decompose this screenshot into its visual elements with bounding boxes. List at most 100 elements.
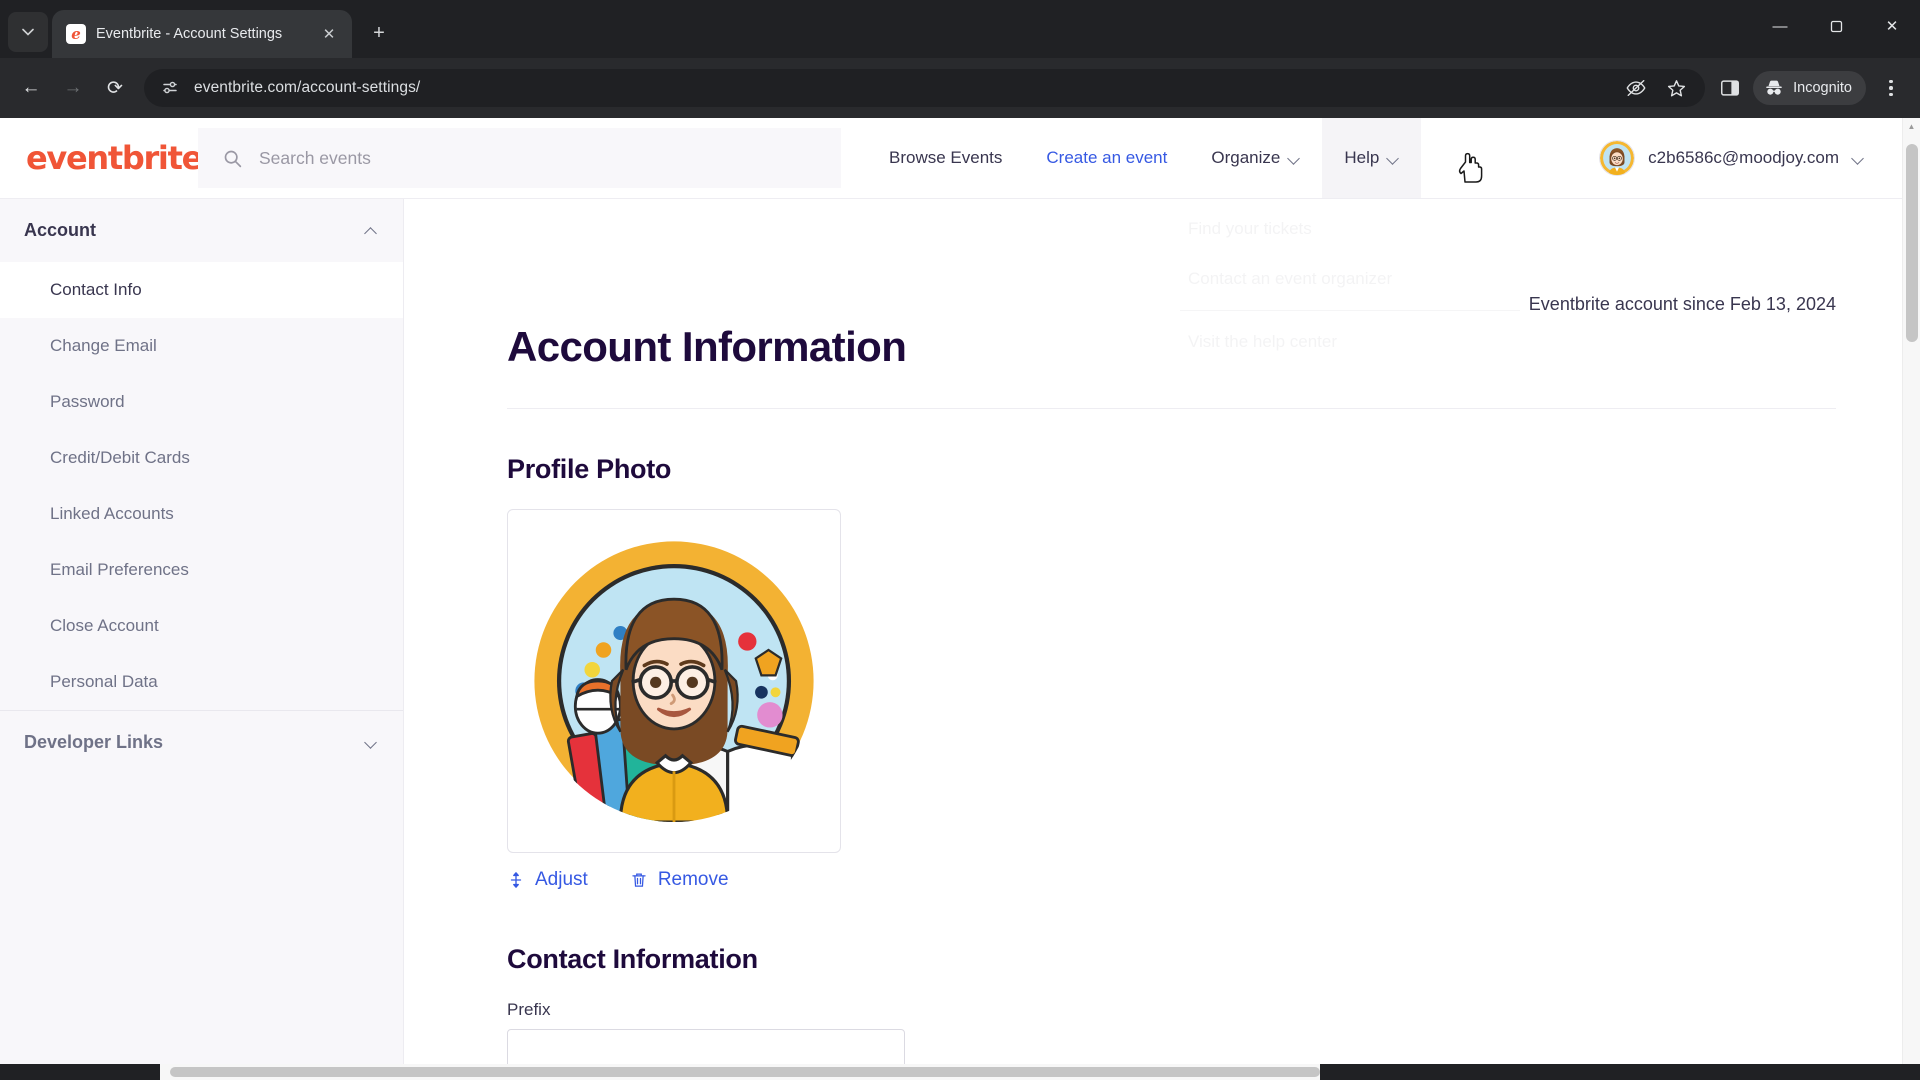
account-since-text: Eventbrite account since Feb 13, 2024 bbox=[1528, 294, 1836, 314]
title-divider bbox=[507, 408, 1836, 409]
sidebar-item-password[interactable]: Password bbox=[0, 374, 403, 430]
mouse-cursor bbox=[1455, 152, 1485, 191]
profile-photo-image bbox=[533, 540, 815, 822]
move-resize-icon bbox=[510, 872, 522, 888]
omnibox-actions bbox=[1623, 75, 1695, 101]
chevron-down-icon bbox=[1853, 153, 1864, 164]
reload-button[interactable]: ⟳ bbox=[96, 69, 134, 107]
eventbrite-favicon-icon: e bbox=[66, 24, 86, 44]
address-bar[interactable]: eventbrite.com/account-settings/ bbox=[144, 69, 1706, 107]
sidebar-item-label: Linked Accounts bbox=[50, 504, 174, 523]
kebab-dot bbox=[1889, 86, 1893, 90]
settings-sidebar: Account Contact Info Change Email Passwo… bbox=[0, 199, 404, 1080]
side-panel-icon[interactable] bbox=[1717, 75, 1743, 101]
incognito-indicator[interactable]: Incognito bbox=[1753, 71, 1866, 105]
primary-nav: Browse Events Create an event Organize H… bbox=[867, 118, 1422, 198]
remove-label: Remove bbox=[657, 869, 729, 890]
nav-label: Create an event bbox=[1046, 148, 1168, 167]
page-body: Account Contact Info Change Email Passwo… bbox=[0, 199, 1920, 1080]
adjust-label: Adjust bbox=[535, 869, 588, 890]
page-settings-icon[interactable] bbox=[160, 78, 180, 98]
nav-label: Browse Events bbox=[889, 148, 1003, 167]
page-viewport: eventbrite Search events Browse Events C… bbox=[0, 118, 1920, 1080]
window-controls: — ✕ bbox=[1752, 0, 1920, 52]
sidebar-group-developer-links[interactable]: Developer Links bbox=[0, 710, 403, 774]
nav-label: Organize bbox=[1211, 148, 1281, 167]
nav-browse-events[interactable]: Browse Events bbox=[867, 118, 1024, 198]
scrollbar-track-right bbox=[1320, 1064, 1920, 1080]
forward-button[interactable]: → bbox=[54, 69, 92, 107]
sidebar-item-label: Contact Info bbox=[50, 280, 142, 299]
page-scrollbar-horizontal[interactable] bbox=[0, 1064, 1920, 1080]
sidebar-item-close-account[interactable]: Close Account bbox=[0, 598, 403, 654]
tab-title: Eventbrite - Account Settings bbox=[96, 26, 283, 42]
profile-photo-heading: Profile Photo bbox=[507, 454, 672, 484]
nav-organize[interactable]: Organize bbox=[1189, 118, 1322, 198]
sidebar-group-label: Account bbox=[24, 220, 96, 240]
back-button[interactable]: ← bbox=[12, 69, 50, 107]
avatar bbox=[1600, 141, 1635, 175]
sidebar-item-label: Password bbox=[50, 392, 125, 411]
sidebar-item-linked-accounts[interactable]: Linked Accounts bbox=[0, 486, 403, 542]
sidebar-group-label: Developer Links bbox=[24, 732, 164, 752]
close-window-button[interactable]: ✕ bbox=[1864, 0, 1920, 52]
bookmark-star-icon[interactable] bbox=[1663, 75, 1689, 101]
main-content: Eventbrite account since Feb 13, 2024 Ac… bbox=[404, 199, 1920, 1080]
nav-label: Help bbox=[1344, 148, 1380, 167]
contact-information-heading: Contact Information bbox=[507, 944, 758, 974]
browser-tab[interactable]: e Eventbrite - Account Settings ✕ bbox=[52, 10, 352, 58]
chevron-down-icon bbox=[22, 28, 34, 36]
profile-photo-actions: Adjust Remove bbox=[507, 869, 1920, 891]
kebab-dot bbox=[1889, 92, 1893, 97]
kebab-dot bbox=[1889, 79, 1893, 84]
sidebar-item-email-preferences[interactable]: Email Preferences bbox=[0, 542, 403, 598]
sidebar-item-label: Personal Data bbox=[50, 672, 158, 691]
search-icon bbox=[224, 150, 242, 167]
minimize-button[interactable]: — bbox=[1752, 0, 1808, 52]
eventbrite-header: eventbrite Search events Browse Events C… bbox=[0, 118, 1920, 199]
scroll-up-arrow-icon[interactable]: ▲ bbox=[1903, 118, 1920, 135]
remove-photo-button[interactable]: Remove bbox=[630, 869, 729, 891]
browser-toolbar: ← → ⟳ eventbrite.com/account-settings/ I… bbox=[0, 58, 1920, 118]
sidebar-group-account[interactable]: Account bbox=[0, 199, 403, 262]
sidebar-item-label: Email Preferences bbox=[50, 560, 189, 579]
eye-off-icon[interactable] bbox=[1623, 75, 1649, 101]
profile-photo-box[interactable] bbox=[507, 509, 841, 853]
chevron-down-icon bbox=[1289, 153, 1300, 164]
maximize-icon bbox=[1830, 20, 1842, 32]
incognito-label: Incognito bbox=[1793, 80, 1852, 96]
url-text: eventbrite.com/account-settings/ bbox=[194, 79, 421, 96]
account-menu[interactable]: c2b6586c@moodjoy.com bbox=[1600, 141, 1864, 175]
tab-search-button[interactable] bbox=[8, 12, 48, 52]
page-scrollbar-vertical[interactable]: ▲ bbox=[1902, 118, 1920, 1080]
sidebar-item-personal-data[interactable]: Personal Data bbox=[0, 654, 403, 710]
sidebar-item-contact-info[interactable]: Contact Info bbox=[0, 262, 403, 318]
maximize-button[interactable] bbox=[1808, 0, 1864, 52]
scrollbar-track-left bbox=[0, 1064, 160, 1080]
tab-close-button[interactable]: ✕ bbox=[318, 23, 340, 45]
sidebar-item-change-email[interactable]: Change Email bbox=[0, 318, 403, 374]
eventbrite-logo[interactable]: eventbrite bbox=[26, 139, 203, 177]
page-title: Account Information bbox=[507, 323, 907, 370]
sidebar-item-label: Close Account bbox=[50, 616, 159, 635]
nav-help[interactable]: Help bbox=[1322, 118, 1422, 198]
chevron-up-icon[interactable] bbox=[366, 225, 377, 236]
search-input[interactable]: Search events bbox=[198, 128, 841, 188]
scrollbar-thumb[interactable] bbox=[1906, 144, 1918, 342]
prefix-field-label: Prefix bbox=[507, 1000, 551, 1019]
kebab-menu-icon[interactable] bbox=[1874, 71, 1908, 105]
trash-icon bbox=[632, 873, 646, 887]
new-tab-button[interactable]: + bbox=[362, 16, 396, 50]
chevron-down-icon[interactable] bbox=[366, 737, 377, 748]
browser-window: e Eventbrite - Account Settings ✕ + — ✕ … bbox=[0, 0, 1920, 1080]
adjust-photo-button[interactable]: Adjust bbox=[507, 869, 588, 891]
chevron-down-icon bbox=[1388, 153, 1399, 164]
search-placeholder: Search events bbox=[259, 147, 371, 168]
incognito-icon bbox=[1766, 80, 1782, 95]
nav-create-an-event[interactable]: Create an event bbox=[1024, 118, 1189, 198]
tab-strip: e Eventbrite - Account Settings ✕ + — ✕ bbox=[0, 0, 1920, 58]
sidebar-item-label: Change Email bbox=[50, 336, 157, 355]
account-email: c2b6586c@moodjoy.com bbox=[1648, 148, 1839, 167]
sidebar-item-credit-debit-cards[interactable]: Credit/Debit Cards bbox=[0, 430, 403, 486]
scrollbar-thumb-horizontal[interactable] bbox=[170, 1067, 1320, 1077]
